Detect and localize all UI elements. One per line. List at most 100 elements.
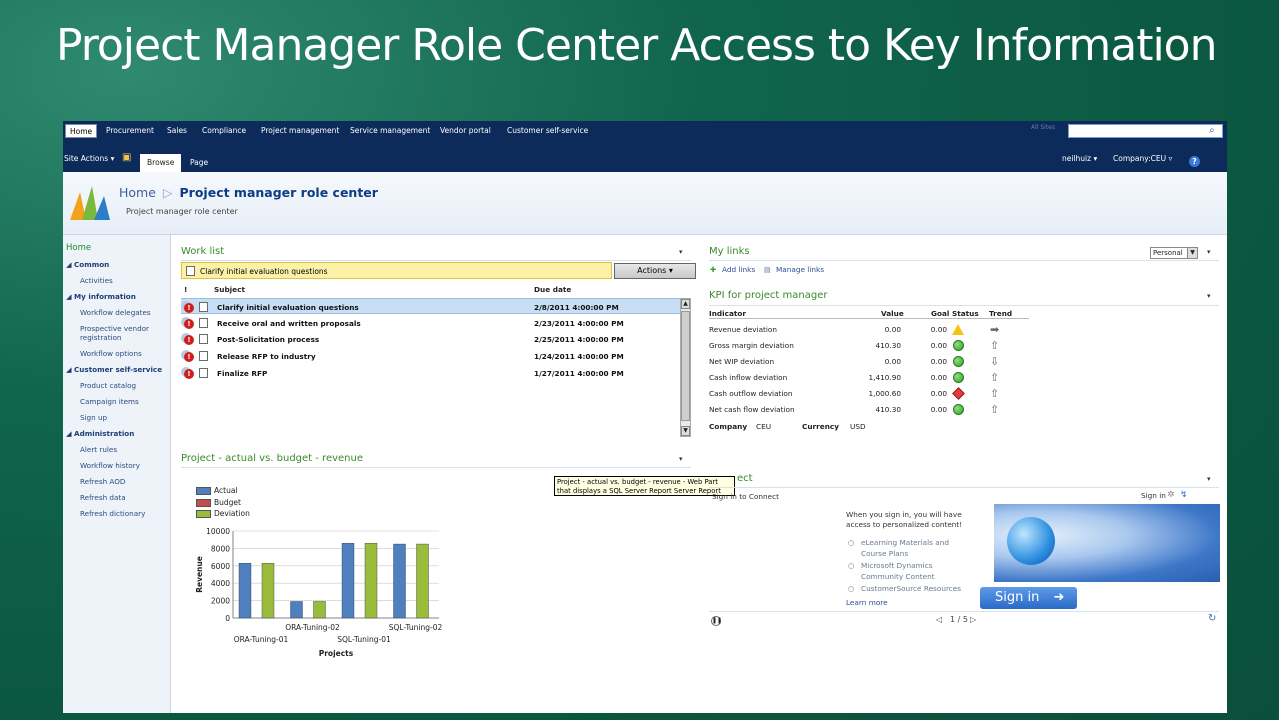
kpi-row[interactable]: Net WIP deviation 0.00 0.00 ⇩ (709, 354, 1029, 370)
mylinks-menu-icon[interactable]: ▾ (1207, 248, 1211, 256)
legend-swatch (196, 487, 211, 495)
row-subject[interactable]: Finalize RFP (217, 369, 267, 378)
nav-link[interactable]: Refresh AOD (80, 477, 125, 486)
actions-button[interactable]: Actions ▾ (614, 263, 696, 279)
tab-service-management[interactable]: Service management (346, 124, 434, 138)
nav-link[interactable]: Product catalog (80, 381, 136, 390)
manage-icon[interactable]: ▤ (764, 265, 771, 274)
table-row[interactable]: ! Release RFP to industry 1/24/2011 4:00:0… (181, 348, 683, 364)
scroll-down-icon[interactable]: ▼ (681, 426, 690, 436)
nav-home-link[interactable]: Home (66, 243, 91, 253)
divider (709, 611, 1219, 612)
kpi-row[interactable]: Gross margin deviation 410.30 0.00 ⇧ (709, 338, 1029, 354)
tab-compliance[interactable]: Compliance (198, 124, 250, 138)
nav-link[interactable]: Sign up (80, 413, 107, 422)
connect-signin-link[interactable]: Sign in (1141, 491, 1166, 500)
nav-link[interactable]: Alert rules (80, 445, 117, 454)
learn-more-link[interactable]: Learn more (846, 598, 888, 607)
breadcrumb-home[interactable]: Home (119, 185, 156, 200)
kpi-indicator[interactable]: Net WIP deviation (709, 357, 774, 366)
nav-link[interactable]: Campaign items (80, 397, 139, 406)
table-row[interactable]: ! Clarify initial evaluation questions 2/8… (181, 298, 683, 314)
worklist-menu-icon[interactable]: ▾ (679, 248, 683, 256)
help-icon[interactable]: ? (1189, 156, 1200, 167)
tab-sales[interactable]: Sales (163, 124, 191, 138)
row-subject[interactable]: Release RFP to industry (217, 352, 316, 361)
worklist-scrollbar[interactable]: ▲ ▼ (680, 298, 691, 437)
kpi-indicator[interactable]: Cash outflow deviation (709, 389, 793, 398)
company-menu[interactable]: Company:CEU ▿ (1113, 154, 1172, 163)
quick-launch: Home ◢ Common Activities ◢ My information Wo… (63, 235, 171, 713)
connect-bullet-text: Course Plans (861, 549, 909, 558)
connect-bullet-text: eLearning Materials and (861, 538, 949, 547)
search-scope[interactable]: All Sites (1031, 124, 1055, 131)
kpi-indicator[interactable]: Revenue deviation (709, 325, 777, 334)
tab-home[interactable]: Home (65, 124, 98, 138)
search-input[interactable]: ⌕ (1068, 124, 1223, 138)
row-subject[interactable]: Post-Solicitation process (217, 335, 319, 344)
table-row[interactable]: ! Receive oral and written proposals 2/23/… (181, 315, 683, 331)
kpi-indicator[interactable]: Cash inflow deviation (709, 373, 787, 382)
chevron-down-icon[interactable]: ▼ (1187, 248, 1197, 258)
add-icon[interactable]: ✚ (710, 265, 716, 274)
add-links-link[interactable]: Add links (722, 265, 755, 274)
connect-pitch-line1: When you sign in, you will have (846, 510, 962, 519)
manage-links-link[interactable]: Manage links (776, 265, 824, 274)
connect-menu-icon[interactable]: ▾ (1207, 475, 1211, 483)
pause-icon[interactable]: ❚❚ (711, 616, 722, 626)
scroll-thumb[interactable] (681, 311, 690, 421)
tab-browse[interactable]: Browse (140, 154, 182, 172)
nav-section-header[interactable]: ◢ Administration (66, 429, 134, 438)
chart-part-menu-icon[interactable]: ▾ (679, 455, 683, 463)
y-tick-label: 8000 (211, 544, 230, 553)
signin-button[interactable]: Sign in ➜ (980, 587, 1077, 609)
kpi-row[interactable]: Net cash flow deviation 410.30 0.00 ⇧ (709, 402, 1029, 418)
site-actions-menu[interactable]: Site Actions ▾ (64, 154, 114, 163)
nav-section-header[interactable]: ◢ Common (66, 260, 109, 269)
tab-procurement[interactable]: Procurement (102, 124, 158, 138)
nav-link[interactable]: Prospective vendor (80, 324, 149, 333)
nav-link[interactable]: Workflow history (80, 461, 140, 470)
prev-page-icon[interactable]: ◁ (936, 615, 942, 624)
kpi-row[interactable]: Cash inflow deviation 1,410.90 0.00 ⇧ (709, 370, 1029, 386)
kpi-menu-icon[interactable]: ▾ (1207, 292, 1211, 300)
tab-vendor-portal[interactable]: Vendor portal (436, 124, 495, 138)
search-icon[interactable]: ⌕ (1209, 126, 1220, 137)
mylinks-title: My links (709, 246, 750, 257)
x-tick-label: ORA-Tuning-01 (234, 635, 289, 644)
table-row[interactable]: ! Finalize RFP 1/27/2011 4:00:00 PM (181, 365, 683, 381)
column-header-subject[interactable]: Subject (214, 285, 245, 294)
y-axis-title: Revenue (195, 556, 204, 593)
navigate-up-icon[interactable]: ▣ (122, 152, 131, 163)
nav-link[interactable]: Workflow delegates (80, 308, 151, 317)
page-title: Project manager role center (179, 185, 378, 200)
column-header-flag[interactable]: ! (184, 285, 187, 294)
refresh-icon[interactable]: ↯ (1180, 490, 1188, 500)
settings-icon[interactable]: ✲ (1167, 490, 1175, 500)
view-select[interactable]: Personal ▼ (1150, 247, 1198, 259)
tab-page[interactable]: Page (183, 154, 215, 172)
row-subject[interactable]: Clarify initial evaluation questions (217, 303, 359, 312)
nav-link[interactable]: Activities (80, 276, 113, 285)
column-header-due-date[interactable]: Due date (534, 285, 571, 294)
nav-link[interactable]: Refresh data (80, 493, 126, 502)
reload-icon[interactable]: ↻ (1208, 613, 1216, 624)
next-page-icon[interactable]: ▷ (970, 615, 976, 624)
kpi-indicator[interactable]: Gross margin deviation (709, 341, 794, 350)
tab-customer-self-service[interactable]: Customer self-service (503, 124, 592, 138)
kpi-row[interactable]: Cash outflow deviation 1,000.60 0.00 ⇧ (709, 386, 1029, 402)
nav-section-header[interactable]: ◢ Customer self-service (66, 365, 162, 374)
kpi-value: 0.00 (884, 325, 901, 334)
nav-link[interactable]: Workflow options (80, 349, 142, 358)
row-subject[interactable]: Receive oral and written proposals (217, 319, 361, 328)
tab-project-management[interactable]: Project management (257, 124, 343, 138)
kpi-row[interactable]: Revenue deviation 0.00 0.00 ➡ (709, 322, 1029, 338)
row-due-date: 2/25/2011 4:00:00 PM (534, 335, 624, 345)
table-row[interactable]: ! Post-Solicitation process 2/25/2011 4:00… (181, 331, 683, 347)
nav-link[interactable]: registration (80, 333, 121, 342)
nav-section-header[interactable]: ◢ My information (66, 292, 136, 301)
scroll-up-icon[interactable]: ▲ (681, 299, 690, 309)
kpi-indicator[interactable]: Net cash flow deviation (709, 405, 795, 414)
user-menu[interactable]: neilhuiz ▾ (1062, 154, 1097, 163)
nav-link[interactable]: Refresh dictionary (80, 509, 145, 518)
